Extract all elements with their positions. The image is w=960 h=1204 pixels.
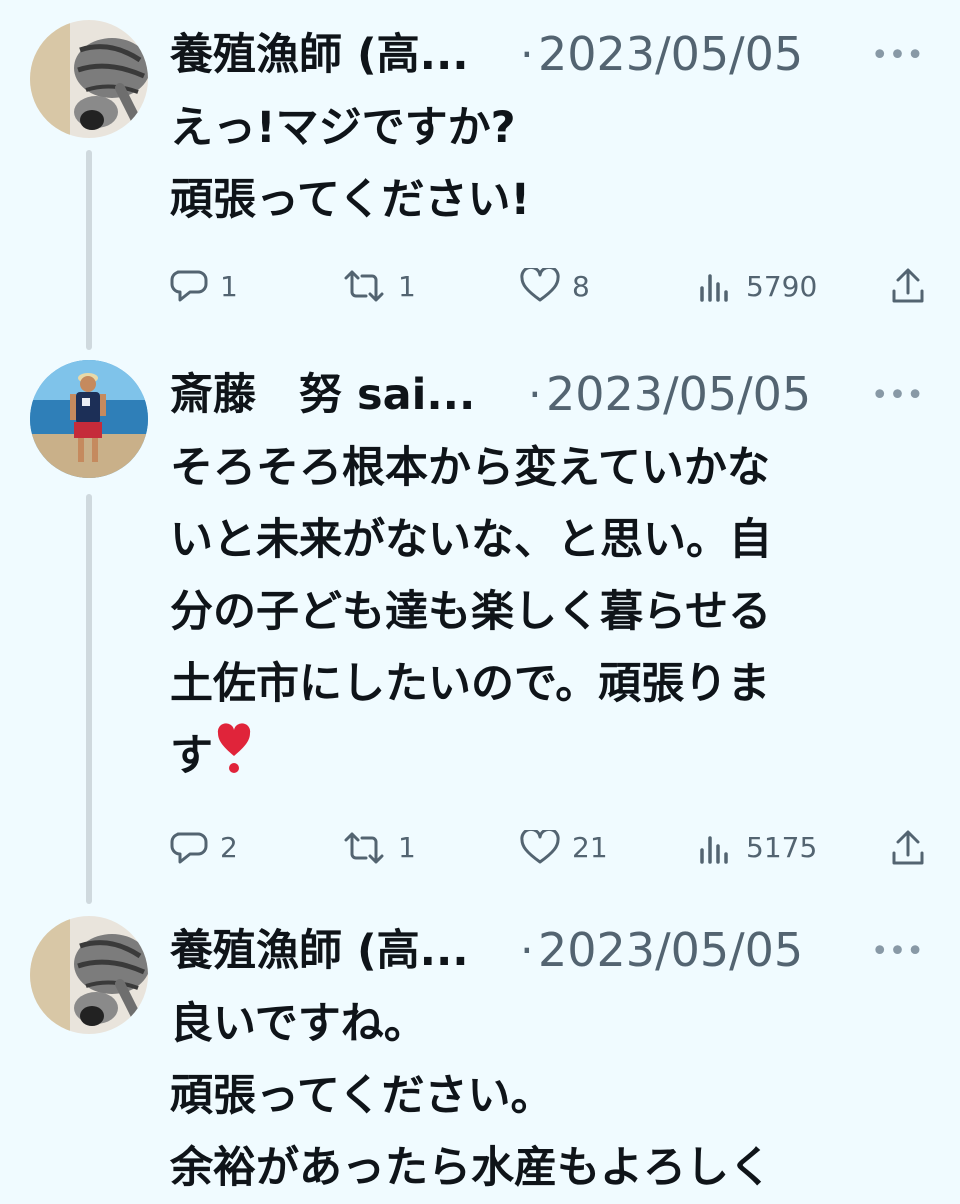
cat-avatar-image [30, 916, 148, 1034]
action-bar: 2 1 21 5175 [170, 818, 940, 878]
tweet-header: 養殖漁師 (高... · 2023/05/05 ••• [170, 20, 940, 88]
reply-count: 1 [220, 269, 238, 303]
retweet-button[interactable]: 1 [342, 256, 416, 316]
cat-avatar-image [30, 20, 148, 138]
author-name[interactable]: 斎藤 努 sai... [170, 368, 475, 422]
share-button[interactable] [890, 256, 938, 316]
like-count: 8 [572, 269, 590, 303]
more-dots-icon[interactable]: ••• [871, 934, 924, 969]
avatar[interactable] [30, 916, 148, 1034]
view-count: 5790 [746, 269, 818, 303]
share-button[interactable] [890, 818, 938, 878]
reply-icon [170, 270, 208, 302]
tweet-text: えっ!マジですか? 頑張ってください! [170, 92, 940, 236]
avatar[interactable] [30, 360, 148, 478]
tweet-date[interactable]: 2023/05/05 [538, 26, 803, 82]
separator: · [528, 370, 542, 420]
author-name[interactable]: 養殖漁師 (高... [170, 28, 469, 82]
tweet-text: そろそろ根本から変えていかな いと未来がないな、と思い。自 分の子ども達も楽しく… [170, 432, 940, 796]
retweet-count: 1 [398, 831, 416, 864]
tweet-text: 良いですね。 頑張ってください。 余裕があったら水産もよろしく [170, 988, 940, 1204]
views-icon [700, 274, 728, 302]
tweet-header: 斎藤 努 sai... · 2023/05/05 ••• [170, 360, 940, 428]
tweet-header: 養殖漁師 (高... · 2023/05/05 ••• [170, 916, 940, 984]
heart-icon [520, 268, 560, 302]
more-dots-icon[interactable]: ••• [871, 378, 924, 413]
tweet-text-line: 良いですね。 [170, 999, 427, 1049]
avatar[interactable] [30, 20, 148, 138]
tweet-text-line: いと未来がないな、と思い。自 [170, 515, 772, 565]
tweet-content: 養殖漁師 (高... · 2023/05/05 ••• えっ!マジですか? 頑張… [170, 20, 940, 316]
heart-icon [520, 829, 560, 863]
heart-exclamation-glyph [217, 722, 251, 773]
tweet-text-line: 頑張ってください! [170, 175, 531, 225]
retweet-button[interactable]: 1 [342, 818, 416, 878]
thread-line [86, 494, 92, 904]
tweet-text-line: えっ!マジですか? [170, 103, 516, 153]
reply-button[interactable]: 1 [170, 256, 238, 316]
tweet-text-line: 余裕があったら水産もよろしく [170, 1143, 772, 1193]
tweet-date[interactable]: 2023/05/05 [546, 366, 811, 422]
reply-icon [170, 832, 208, 863]
retweet-count: 1 [398, 269, 416, 303]
heart-exclamation-emoji [217, 722, 251, 796]
beach-person-avatar-image [30, 360, 148, 478]
tweet-text-line: 分の子ども達も楽しく暮らせる [170, 587, 772, 637]
separator: · [520, 30, 534, 80]
retweet-icon [344, 832, 384, 863]
tweet-text-line: そろそろ根本から変えていかな [170, 443, 770, 493]
views-icon [700, 835, 728, 864]
tweet-text-line: 頑張ってください。 [170, 1071, 554, 1121]
views-button[interactable]: 5790 [698, 256, 817, 316]
action-bar: 1 1 8 5790 [170, 256, 940, 316]
reply-button[interactable]: 2 [170, 818, 238, 878]
like-button[interactable]: 8 [520, 256, 590, 316]
thread-line [86, 150, 92, 350]
reply-count: 2 [220, 831, 238, 864]
view-count: 5175 [746, 831, 818, 864]
tweet-date[interactable]: 2023/05/05 [538, 922, 803, 978]
share-icon [892, 830, 924, 864]
tweet-content: 養殖漁師 (高... · 2023/05/05 ••• 良いですね。 頑張ってく… [170, 916, 940, 1204]
share-icon [892, 268, 924, 303]
views-button[interactable]: 5175 [698, 818, 817, 878]
like-count: 21 [572, 831, 608, 864]
separator: · [520, 926, 534, 976]
retweet-icon [344, 270, 384, 302]
like-button[interactable]: 21 [520, 818, 608, 878]
tweet-text-fragment: す [170, 731, 213, 781]
tweet-text-line: 土佐市にしたいので。頑張りま [170, 659, 771, 709]
more-dots-icon[interactable]: ••• [871, 38, 924, 73]
author-name[interactable]: 養殖漁師 (高... [170, 924, 469, 978]
tweet-content: 斎藤 努 sai... · 2023/05/05 ••• そろそろ根本から変えて… [170, 360, 940, 878]
tweet-text-line: す [170, 720, 940, 796]
